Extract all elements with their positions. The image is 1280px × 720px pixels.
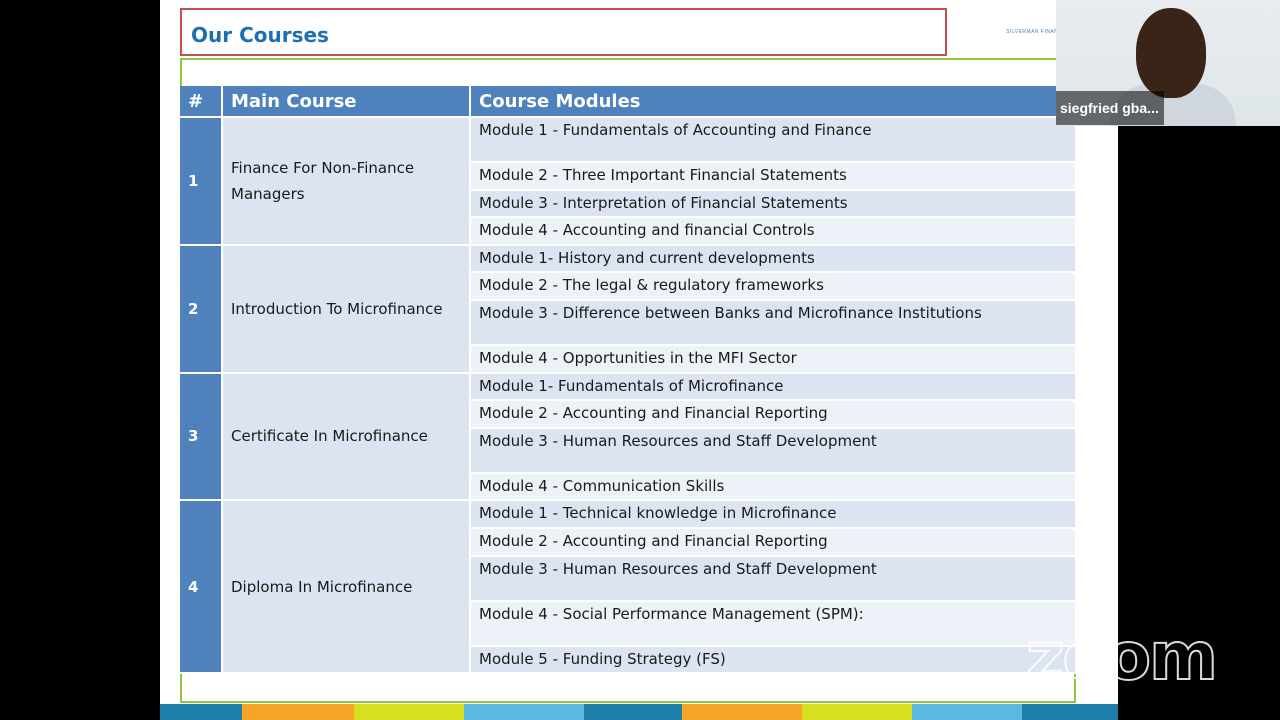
footer-segment — [354, 704, 464, 720]
table-row: 4 Diploma In Microfinance Module 1 - Tec… — [180, 500, 1077, 675]
module-item: Module 1 - Fundamentals of Accounting an… — [470, 117, 1077, 163]
module-item: Module 2 - The legal & regulatory framew… — [470, 272, 1077, 301]
course-number: 1 — [180, 117, 223, 246]
footer-segment — [802, 704, 912, 720]
module-item: Module 1- History and current developmen… — [470, 244, 1077, 274]
course-number: 4 — [180, 500, 223, 675]
course-number: 2 — [180, 244, 223, 374]
footer-segment — [464, 704, 584, 720]
module-item: Module 2 - Three Important Financial Sta… — [470, 162, 1077, 191]
course-name: Diploma In Microfinance — [222, 500, 471, 675]
module-item: Module 3 - Interpretation of Financial S… — [470, 189, 1077, 219]
module-item: Module 4 - Accounting and financial Cont… — [470, 217, 1077, 246]
course-name: Finance For Non-Finance Managers — [222, 117, 471, 246]
course-number: 3 — [180, 372, 223, 502]
zoom-meeting-window: Our Courses SILVERMAN FINANCIAL # Main C… — [0, 0, 1280, 720]
course-name: Introduction To Microfinance — [222, 244, 471, 374]
module-item: Module 4 - Opportunities in the MFI Sect… — [470, 344, 1077, 374]
module-item: Module 1 - Technical knowledge in Microf… — [470, 500, 1077, 529]
footer-segment — [912, 704, 1022, 720]
green-divider-bottom — [180, 701, 1076, 703]
footer-segment — [584, 704, 682, 720]
slide-title-box: Our Courses — [180, 8, 947, 56]
participant-avatar — [1136, 8, 1206, 98]
table-row: 3 Certificate In Microfinance Module 1- … — [180, 372, 1077, 502]
table-header-row: # Main Course Course Modules — [180, 86, 1077, 118]
participant-video-tile[interactable]: siegfried gba... — [1056, 0, 1280, 126]
zoom-watermark-logo: zoom — [1025, 617, 1219, 696]
slide-title: Our Courses — [191, 23, 329, 47]
module-item: Module 4 - Communication Skills — [470, 472, 1077, 502]
module-item: Module 2 - Accounting and Financial Repo… — [470, 400, 1077, 429]
module-item: Module 2 - Accounting and Financial Repo… — [470, 527, 1077, 557]
footer-segment — [682, 704, 802, 720]
course-name: Certificate In Microfinance — [222, 372, 471, 502]
green-divider-top — [180, 58, 1118, 60]
footer-segment — [160, 704, 242, 720]
table-row: 1 Finance For Non-Finance Managers Modul… — [180, 117, 1077, 246]
module-item: Module 3 - Difference between Banks and … — [470, 299, 1077, 346]
footer-segment — [1022, 704, 1118, 720]
header-number: # — [180, 86, 223, 118]
module-item: Module 1- Fundamentals of Microfinance — [470, 372, 1077, 402]
header-main-course: Main Course — [222, 86, 471, 118]
shared-slide: Our Courses SILVERMAN FINANCIAL # Main C… — [160, 0, 1118, 720]
courses-table: # Main Course Course Modules 1 Finance F… — [180, 86, 1077, 675]
header-course-modules: Course Modules — [470, 86, 1077, 118]
module-item: Module 4 - Social Performance Management… — [470, 600, 1077, 647]
footer-segment — [242, 704, 354, 720]
module-item: Module 3 - Human Resources and Staff Dev… — [470, 555, 1077, 602]
module-item: Module 3 - Human Resources and Staff Dev… — [470, 427, 1077, 474]
module-item: Module 5 - Funding Strategy (FS) — [470, 645, 1077, 675]
participant-name-label: siegfried gba... — [1056, 91, 1164, 125]
table-row: 2 Introduction To Microfinance Module 1-… — [180, 244, 1077, 374]
slide-footer-color-bar — [160, 704, 1118, 720]
